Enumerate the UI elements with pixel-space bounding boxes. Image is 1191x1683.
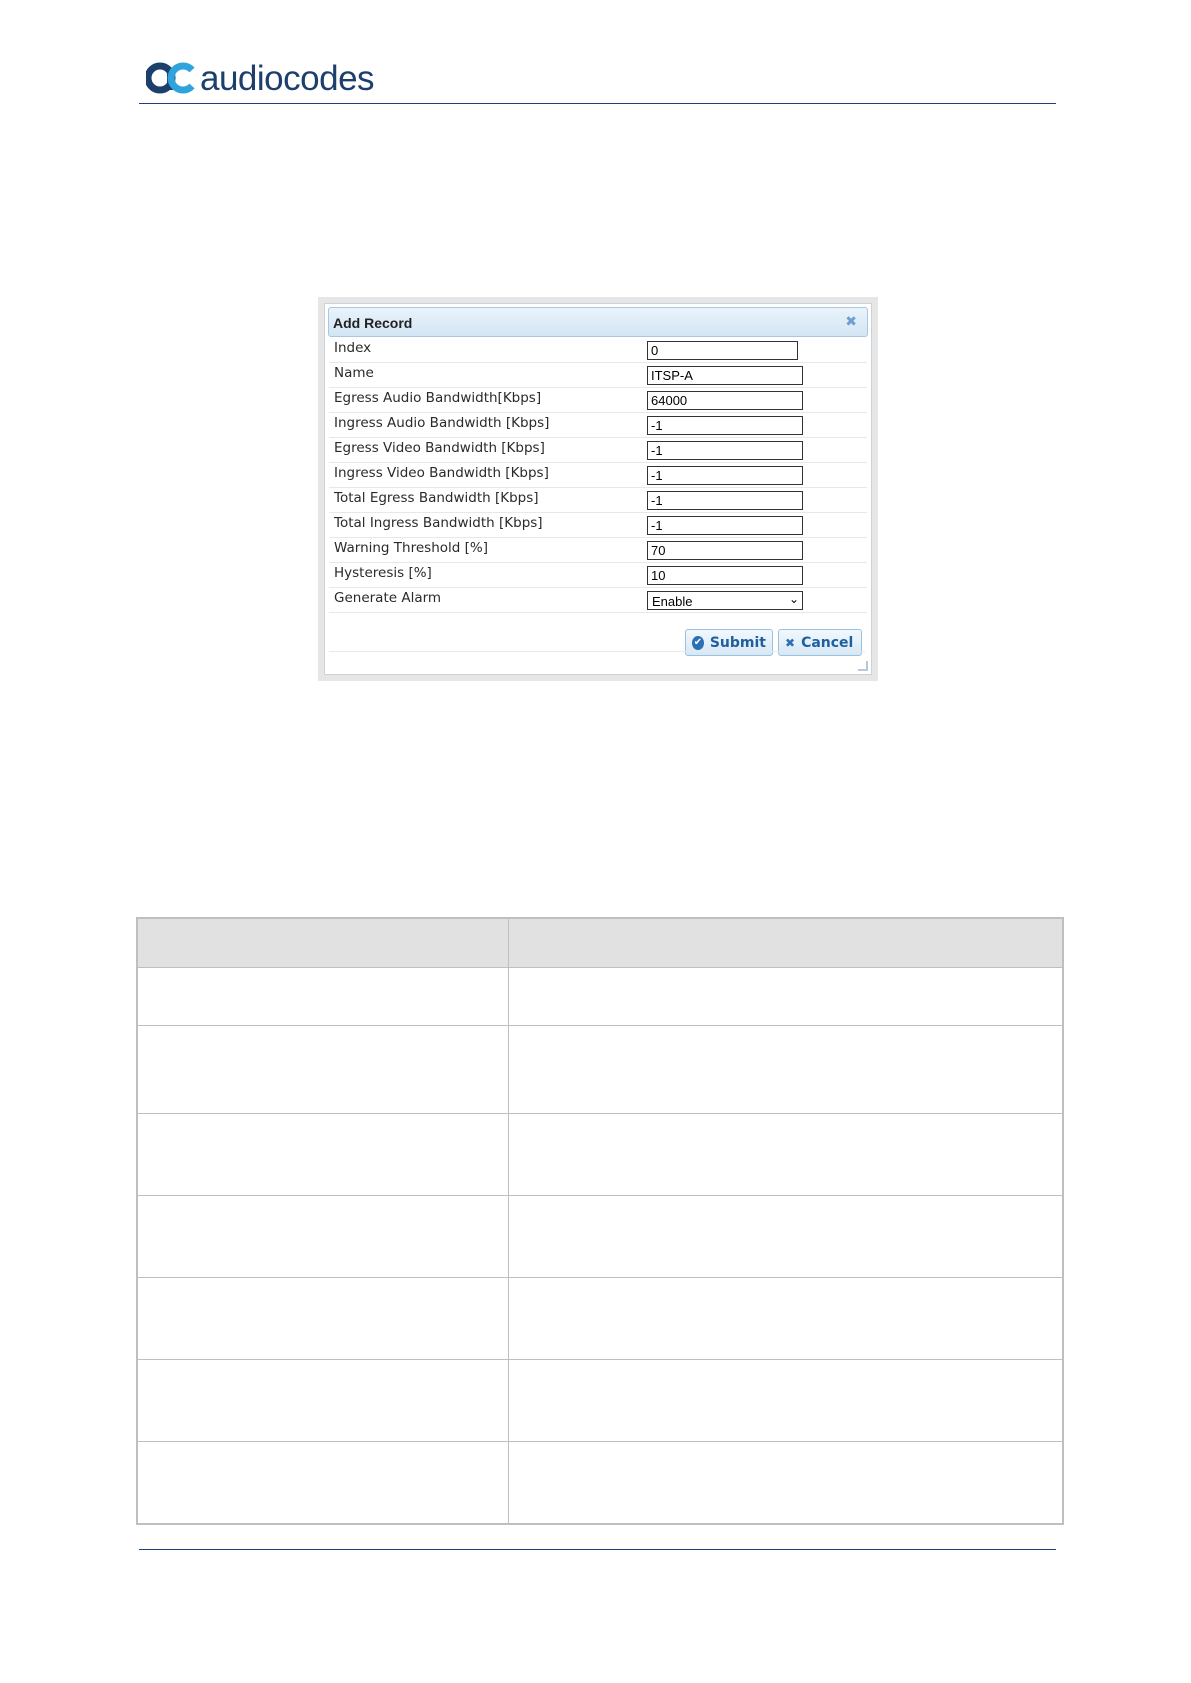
- submit-label: Submit: [709, 634, 766, 651]
- field-label: Index: [334, 340, 372, 356]
- total-ingress-bandwidth-input[interactable]: [647, 516, 803, 535]
- header-rule: [139, 103, 1056, 104]
- table-row: [136, 1441, 1064, 1524]
- field-label: Warning Threshold [%]: [334, 540, 488, 556]
- field-label: Total Ingress Bandwidth [Kbps]: [334, 515, 543, 531]
- table-cell: [136, 1359, 509, 1442]
- index-input[interactable]: [647, 341, 798, 360]
- field-row-total-egress: Total Egress Bandwidth [Kbps]: [329, 488, 867, 513]
- table-cell: [508, 1359, 1064, 1442]
- table-header-cell: [136, 917, 509, 968]
- table-cell: [136, 1025, 509, 1114]
- footer-rule: [139, 1549, 1056, 1550]
- check-circle-icon: ✔: [692, 635, 704, 650]
- table-header-row: [136, 917, 1064, 968]
- dialog-header: Add Record ✖: [328, 307, 868, 337]
- field-row-index: Index: [329, 338, 867, 363]
- table-row: [136, 1113, 1064, 1196]
- generate-alarm-select[interactable]: Enable ⌄: [647, 591, 803, 610]
- table-header-cell: [508, 917, 1064, 968]
- dialog-title: Add Record: [333, 315, 413, 331]
- table-row: [136, 967, 1064, 1026]
- field-label: Generate Alarm: [334, 590, 442, 606]
- table-cell: [136, 1441, 509, 1524]
- ingress-audio-bandwidth-input[interactable]: [647, 416, 803, 435]
- table-cell: [508, 1113, 1064, 1196]
- field-row-egress-audio: Egress Audio Bandwidth[Kbps]: [329, 388, 867, 413]
- table-row: [136, 1359, 1064, 1442]
- table-cell: [508, 1441, 1064, 1524]
- resize-grip-icon[interactable]: [858, 661, 868, 671]
- table-cell: [136, 1195, 509, 1278]
- audiocodes-logo: audiocodes: [146, 56, 375, 100]
- table-row: [136, 1277, 1064, 1360]
- table-cell: [508, 1277, 1064, 1360]
- field-label: Hysteresis [%]: [334, 565, 432, 581]
- warning-threshold-input[interactable]: [647, 541, 803, 560]
- total-egress-bandwidth-input[interactable]: [647, 491, 803, 510]
- table-cell: [508, 967, 1064, 1026]
- parameter-table: [136, 917, 1064, 1525]
- generate-alarm-value: Enable: [652, 594, 693, 609]
- table-cell: [136, 1113, 509, 1196]
- field-label: Ingress Audio Bandwidth [Kbps]: [334, 415, 550, 431]
- field-label: Egress Audio Bandwidth[Kbps]: [334, 390, 542, 406]
- field-label: Egress Video Bandwidth [Kbps]: [334, 440, 545, 456]
- table-row: [136, 1195, 1064, 1278]
- cancel-label: Cancel: [801, 634, 854, 651]
- add-record-dialog: Add Record ✖ Index Name Egress Audio Ban…: [324, 303, 872, 675]
- field-label: Total Egress Bandwidth [Kbps]: [334, 490, 539, 506]
- field-row-total-ingress: Total Ingress Bandwidth [Kbps]: [329, 513, 867, 538]
- chevron-down-icon: ⌄: [788, 592, 799, 606]
- name-input[interactable]: [647, 366, 803, 385]
- field-row-ingress-video: Ingress Video Bandwidth [Kbps]: [329, 463, 867, 488]
- brand-name: audiocodes: [200, 58, 375, 98]
- table-cell: [136, 967, 509, 1026]
- hysteresis-input[interactable]: [647, 566, 803, 585]
- table-cell: [508, 1025, 1064, 1114]
- field-row-egress-video: Egress Video Bandwidth [Kbps]: [329, 438, 867, 463]
- field-label: Name: [334, 365, 374, 381]
- field-row-hysteresis: Hysteresis [%]: [329, 563, 867, 588]
- field-row-generate-alarm: Generate Alarm Enable ⌄: [329, 588, 867, 613]
- close-icon[interactable]: ✖: [845, 315, 857, 329]
- egress-audio-bandwidth-input[interactable]: [647, 391, 803, 410]
- table-row: [136, 1025, 1064, 1114]
- field-label: Ingress Video Bandwidth [Kbps]: [334, 465, 549, 481]
- egress-video-bandwidth-input[interactable]: [647, 441, 803, 460]
- field-row-warning-threshold: Warning Threshold [%]: [329, 538, 867, 563]
- field-row-ingress-audio: Ingress Audio Bandwidth [Kbps]: [329, 413, 867, 438]
- field-row-name: Name: [329, 363, 867, 388]
- audiocodes-ac-logo-icon: [146, 62, 195, 94]
- x-icon: ✖: [785, 635, 796, 650]
- table-cell: [508, 1195, 1064, 1278]
- dialog-footer-divider: [329, 651, 865, 652]
- table-cell: [136, 1277, 509, 1360]
- ingress-video-bandwidth-input[interactable]: [647, 466, 803, 485]
